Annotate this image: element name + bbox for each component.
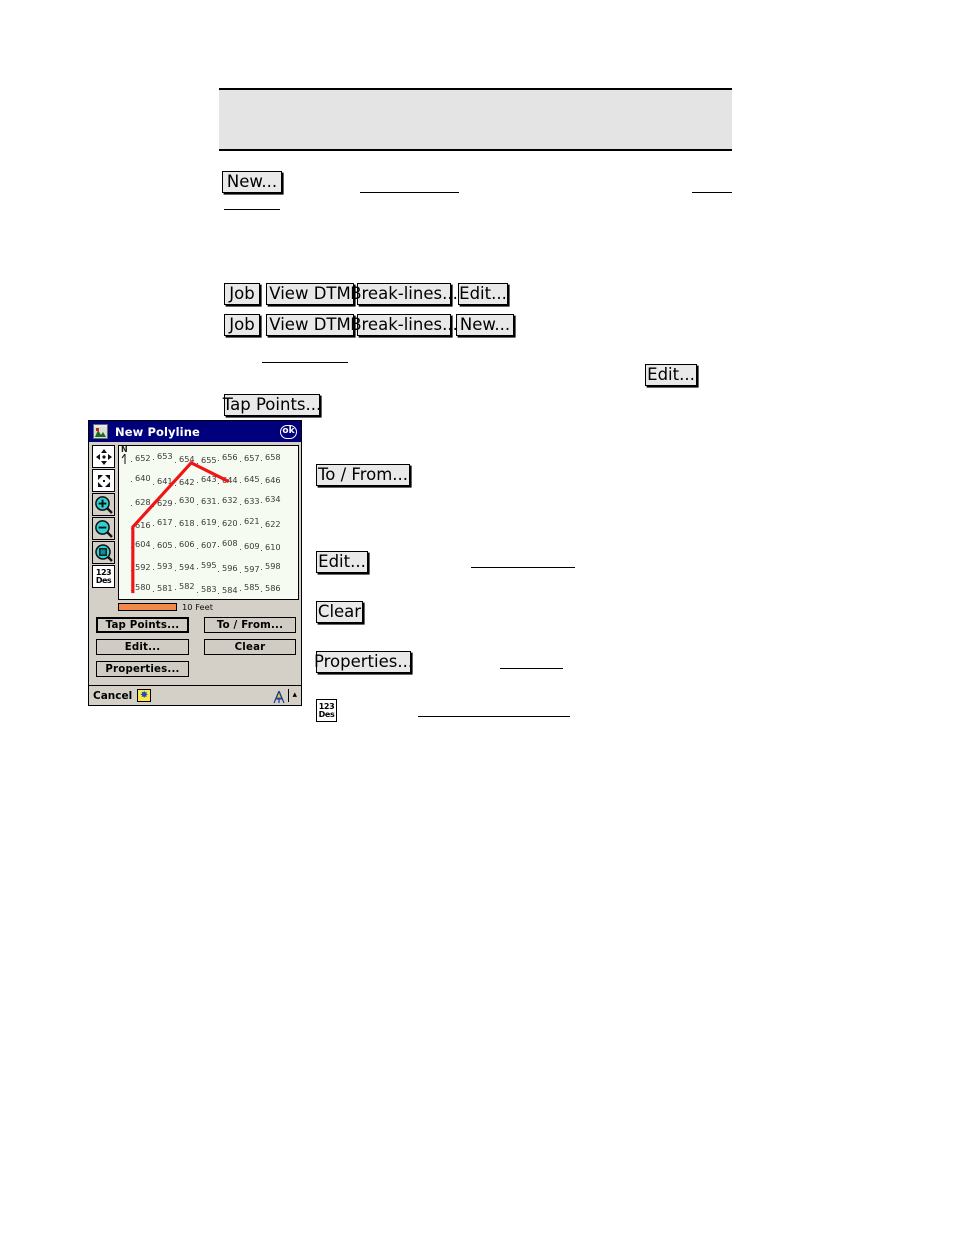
pan-tool-button[interactable] [92,445,115,468]
zoom-extents-tool-button[interactable] [92,469,115,492]
breadcrumb-break-lines-1[interactable]: Break-lines... [350,283,458,305]
page-banner [219,88,732,151]
callout-edit-button[interactable]: Edit... [316,551,368,573]
redaction-rule [500,668,563,669]
redaction-rule [224,209,280,210]
new-polyline-dialog: New Polyline ok 123 Des N 652 653 654 65… [88,420,302,706]
star-icon[interactable]: ✸ [137,689,152,702]
tap-points-button-label: Tap Points... [105,619,180,631]
des-icon-line2: Des [318,709,335,719]
breadcrumb-view-dtm-1[interactable]: View DTM [266,283,354,305]
status-bar-right: ▴ [272,689,297,703]
dialog-title-bar: New Polyline ok [89,421,301,442]
breadcrumb-job-2[interactable]: Job [224,314,260,336]
ok-button[interactable]: ok [280,424,297,439]
breadcrumb-new-2[interactable]: New... [456,314,514,336]
clear-button[interactable]: Clear [204,639,296,655]
redaction-rule [360,192,459,193]
cancel-button[interactable]: Cancel [93,690,132,702]
zoom-in-tool-button[interactable] [92,493,115,516]
scale-bar-label: 10 Feet [182,602,213,612]
callout-new-button-top[interactable]: New... [222,171,282,193]
breadcrumb-break-lines-2[interactable]: Break-lines... [350,314,458,336]
properties-button[interactable]: Properties... [96,661,189,677]
zoom-out-tool-button[interactable] [92,517,115,540]
chevron-up-icon[interactable]: ▴ [288,689,297,702]
callout-123des-icon[interactable]: 123 Des [316,699,337,722]
callout-tap-points-button[interactable]: Tap Points... [223,394,321,416]
status-bar: Cancel ✸ ▴ [89,685,301,705]
callout-edit-button-far-right[interactable]: Edit... [645,364,697,386]
breadcrumb-edit-1[interactable]: Edit... [458,283,508,305]
breadcrumb-job-1[interactable]: Job [224,283,260,305]
to-from-button[interactable]: To / From... [204,617,296,633]
redaction-rule [471,567,575,568]
survey-app-icon [93,424,108,439]
edit-button[interactable]: Edit... [96,639,189,655]
breadcrumb-view-dtm-2[interactable]: View DTM [266,314,354,336]
scale-bar-swatch [118,603,177,611]
survey-tripod-icon[interactable] [272,689,286,703]
map-toolbar: 123 Des [92,445,116,589]
redaction-rule [692,192,732,193]
to-from-button-label: To / From... [216,619,284,631]
callout-properties-button[interactable]: Properties... [314,651,413,673]
polyline-graphic [131,460,230,594]
dialog-title: New Polyline [115,424,200,439]
clear-button-label: Clear [234,641,266,653]
redaction-rule [262,362,348,363]
map-canvas[interactable]: N 652 653 654 655 656 657 658 640 641 642 643 644 64… [118,445,299,600]
edit-button-label: Edit... [124,641,161,653]
properties-button-label: Properties... [105,663,180,675]
callout-clear-button[interactable]: Clear [316,601,363,623]
callout-to-from-button[interactable]: To / From... [316,464,410,486]
des-tool-line2: Des [95,575,112,585]
scale-bar: 10 Feet [118,602,213,612]
redaction-rule [418,716,570,717]
zoom-window-tool-button[interactable] [92,541,115,564]
tap-points-button[interactable]: Tap Points... [96,617,189,633]
description-toggle-tool-button[interactable]: 123 Des [92,565,115,588]
